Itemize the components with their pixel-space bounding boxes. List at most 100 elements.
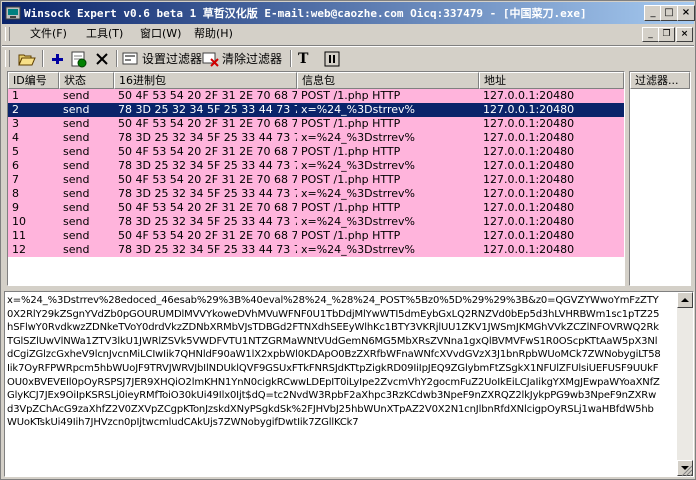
- menu-file[interactable]: 文件(F): [26, 26, 71, 42]
- table-row[interactable]: 11 send 50 4F 53 54 20 2F 31 2E 70 68 7...…: [8, 229, 624, 243]
- scroll-up-button[interactable]: [677, 292, 693, 308]
- cell-address: 127.0.0.1:20480: [483, 243, 575, 256]
- table-row[interactable]: 7 send 50 4F 53 54 20 2F 31 2E 70 68 7... P…: [8, 173, 624, 187]
- capture-button[interactable]: [70, 49, 88, 68]
- cell-id: 7: [12, 173, 19, 186]
- app-icon: [5, 6, 21, 20]
- add-button[interactable]: [50, 49, 66, 68]
- table-row[interactable]: 9 send 50 4F 53 54 20 2F 31 2E 70 68 7... P…: [8, 201, 624, 215]
- mdi-minimize-button[interactable]: _: [642, 27, 659, 42]
- cell-address: 127.0.0.1:20480: [483, 187, 575, 200]
- cell-info: x=%24_%3Dstrrev%: [301, 243, 415, 256]
- scroll-up-arrow-icon: [681, 298, 689, 302]
- mdi-restore-button[interactable]: ❐: [658, 27, 675, 42]
- cell-info: POST /1.php HTTP: [301, 145, 401, 158]
- cell-status: send: [63, 117, 90, 130]
- delete-button[interactable]: [94, 49, 110, 68]
- table-row[interactable]: 4 send 78 3D 25 32 34 5F 25 33 44 73 7... x…: [8, 131, 624, 145]
- cell-info: x=%24_%3Dstrrev%: [301, 187, 415, 200]
- filter-panel[interactable]: 过滤器...: [629, 71, 691, 286]
- filter-set-icon: [122, 52, 138, 64]
- cell-address: 127.0.0.1:20480: [483, 103, 575, 116]
- cell-hex: 50 4F 53 54 20 2F 31 2E 70 68 7...: [118, 89, 297, 102]
- clear-filter-button[interactable]: 清除过滤器: [202, 49, 282, 68]
- filter-panel-header[interactable]: 过滤器...: [630, 72, 690, 89]
- table-row[interactable]: 12 send 78 3D 25 32 34 5F 25 33 44 73 7...…: [8, 243, 624, 257]
- table-row[interactable]: 1 send 50 4F 53 54 20 2F 31 2E 70 68 7... P…: [8, 89, 624, 103]
- maximize-button[interactable]: □: [660, 5, 678, 21]
- cell-info: POST /1.php HTTP: [301, 173, 401, 186]
- column-hex[interactable]: 16进制包: [114, 72, 297, 89]
- packet-data-text[interactable]: x=%24_%3Dstrrev%28edoced_46esab%29%3B%40…: [7, 294, 662, 430]
- cell-address: 127.0.0.1:20480: [483, 229, 575, 242]
- cell-info: POST /1.php HTTP: [301, 117, 401, 130]
- cell-status: send: [63, 243, 90, 256]
- title-bar[interactable]: Winsock Expert v0.6 beta 1 草哲汉化版 E-mail:…: [2, 2, 695, 24]
- mdi-close-button[interactable]: ×: [676, 27, 693, 42]
- cell-address: 127.0.0.1:20480: [483, 159, 575, 172]
- menu-tools[interactable]: 工具(T): [82, 26, 127, 42]
- cell-status: send: [63, 173, 90, 186]
- cell-status: send: [63, 215, 90, 228]
- cell-address: 127.0.0.1:20480: [483, 201, 575, 214]
- cell-hex: 50 4F 53 54 20 2F 31 2E 70 68 7...: [118, 145, 297, 158]
- toolbar-separator: [42, 50, 44, 67]
- cell-info: x=%24_%3Dstrrev%: [301, 131, 415, 144]
- cell-address: 127.0.0.1:20480: [483, 173, 575, 186]
- cell-hex: 50 4F 53 54 20 2F 31 2E 70 68 7...: [118, 117, 297, 130]
- table-row[interactable]: 8 send 78 3D 25 32 34 5F 25 33 44 73 7... x…: [8, 187, 624, 201]
- set-filter-button[interactable]: 设置过滤器: [122, 49, 202, 68]
- delete-x-icon: [96, 52, 108, 65]
- cell-status: send: [63, 103, 90, 116]
- resize-grip-icon[interactable]: [681, 465, 693, 477]
- toolbar-grip: [5, 50, 10, 67]
- open-folder-icon: [18, 54, 36, 65]
- cell-address: 127.0.0.1:20480: [483, 89, 575, 102]
- table-row[interactable]: 2 send 78 3D 25 32 34 5F 25 33 44 73 7... x…: [8, 103, 624, 117]
- table-row[interactable]: 5 send 50 4F 53 54 20 2F 31 2E 70 68 7... P…: [8, 145, 624, 159]
- cell-hex: 78 3D 25 32 34 5F 25 33 44 73 7...: [118, 243, 297, 256]
- cell-status: send: [63, 229, 90, 242]
- cell-info: POST /1.php HTTP: [301, 89, 401, 102]
- column-id[interactable]: ID编号: [8, 72, 59, 89]
- text-view-button[interactable]: T: [298, 49, 308, 68]
- packet-list[interactable]: ID编号 状态 16进制包 信息包 地址 1 send 50 4F 53 54 20…: [7, 71, 625, 286]
- cell-id: 3: [12, 117, 19, 130]
- table-row[interactable]: 3 send 50 4F 53 54 20 2F 31 2E 70 68 7... P…: [8, 117, 624, 131]
- cell-info: x=%24_%3Dstrrev%: [301, 159, 415, 172]
- cell-status: send: [63, 145, 90, 158]
- cell-status: send: [63, 159, 90, 172]
- set-filter-label: 设置过滤器: [142, 52, 203, 66]
- cell-hex: 50 4F 53 54 20 2F 31 2E 70 68 7...: [118, 229, 297, 242]
- cell-hex: 78 3D 25 32 34 5F 25 33 44 73 7...: [118, 103, 297, 116]
- filter-clear-icon: [202, 52, 219, 67]
- column-address[interactable]: 地址: [479, 72, 624, 89]
- hex-view-button[interactable]: [324, 49, 340, 68]
- cell-id: 5: [12, 145, 19, 158]
- cell-info: POST /1.php HTTP: [301, 201, 401, 214]
- menu-window[interactable]: 窗口(W): [136, 26, 185, 42]
- cell-id: 6: [12, 159, 19, 172]
- close-button[interactable]: ×: [677, 5, 695, 21]
- cell-info: x=%24_%3Dstrrev%: [301, 215, 415, 228]
- cell-id: 2: [12, 103, 19, 116]
- column-info[interactable]: 信息包: [297, 72, 479, 89]
- cell-id: 4: [12, 131, 19, 144]
- menu-bar: 文件(F) 工具(T) 窗口(W) 帮助(H) _ ❐ ×: [2, 25, 694, 43]
- cell-hex: 78 3D 25 32 34 5F 25 33 44 73 7...: [118, 131, 297, 144]
- cell-address: 127.0.0.1:20480: [483, 117, 575, 130]
- toolbar: 设置过滤器 清除过滤器 T: [2, 45, 694, 70]
- open-button[interactable]: [18, 49, 36, 68]
- cell-hex: 78 3D 25 32 34 5F 25 33 44 73 7...: [118, 215, 297, 228]
- cell-id: 10: [12, 215, 26, 228]
- toolbar-separator: [116, 50, 118, 67]
- cell-status: send: [63, 201, 90, 214]
- menu-help[interactable]: 帮助(H): [190, 26, 237, 42]
- table-row[interactable]: 6 send 78 3D 25 32 34 5F 25 33 44 73 7... x…: [8, 159, 624, 173]
- cell-hex: 78 3D 25 32 34 5F 25 33 44 73 7...: [118, 187, 297, 200]
- packet-data-pane[interactable]: x=%24_%3Dstrrev%28edoced_46esab%29%3B%40…: [4, 291, 694, 477]
- application-window: Winsock Expert v0.6 beta 1 草哲汉化版 E-mail:…: [0, 0, 696, 480]
- table-row[interactable]: 10 send 78 3D 25 32 34 5F 25 33 44 73 7...…: [8, 215, 624, 229]
- vertical-scrollbar[interactable]: [677, 292, 693, 476]
- column-status[interactable]: 状态: [59, 72, 114, 89]
